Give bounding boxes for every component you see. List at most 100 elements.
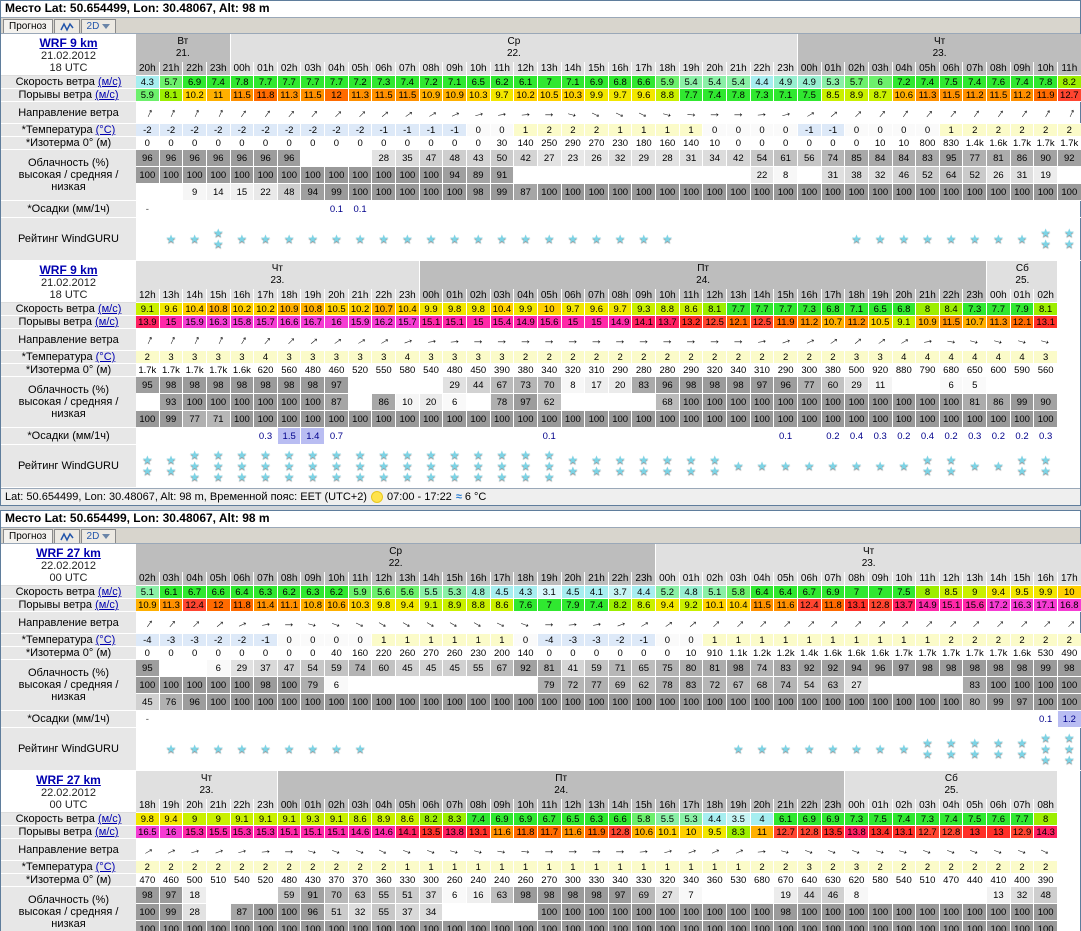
direction-arrow-icon: →	[896, 841, 912, 859]
cloud-mid-cell: 100	[278, 394, 302, 411]
cloud-high-cell: 5	[963, 377, 987, 394]
hour-cell: 20h	[136, 62, 160, 76]
temperature-unit-link[interactable]: (°C)	[96, 861, 116, 873]
wind-speed-cell: 6.4	[231, 586, 255, 599]
wind-direction-cell: →	[514, 329, 538, 351]
direction-arrow-icon: →	[800, 330, 818, 349]
wind-direction-cell: →	[231, 102, 255, 124]
cloud-high-cell: 86	[1011, 150, 1035, 167]
star-icon: ★	[709, 466, 720, 477]
wind-gust-cell: 15	[562, 316, 586, 329]
direction-arrow-icon: →	[303, 330, 323, 350]
rating-cell: ★★★	[1034, 728, 1058, 771]
wind-gust-cell: 13.1	[467, 826, 491, 839]
cloud-low-cell: 97	[1011, 694, 1035, 711]
wind-direction-cell: →	[514, 102, 538, 124]
cloud-high-cell: 28	[372, 150, 396, 167]
temperature-unit-link[interactable]: (°C)	[96, 634, 116, 646]
graph-tab[interactable]	[54, 19, 80, 33]
wind-speed-cell: 5.1	[703, 586, 727, 599]
isotherm-cell: 1.2k	[774, 647, 798, 660]
tab-2d[interactable]: 2D	[81, 19, 117, 33]
hour-cell: 12h	[136, 289, 160, 303]
precipitation-cell	[727, 711, 751, 728]
wind-direction-cell: →	[845, 839, 869, 861]
wind-speed-unit-link[interactable]: (м/с)	[98, 813, 121, 825]
wind-speed-unit-link[interactable]: (м/с)	[98, 76, 121, 88]
model-link[interactable]: WRF 9 km	[39, 36, 97, 50]
hour-cell: 23h	[774, 62, 798, 76]
direction-arrow-icon: →	[777, 841, 793, 859]
wind-gust-cell: 7.4	[585, 599, 609, 612]
cloud-high-cell: 95	[940, 150, 964, 167]
temperature-cell: 4	[940, 351, 964, 364]
direction-arrow-icon: →	[967, 331, 983, 349]
cloud-low-cell: 100	[585, 184, 609, 201]
cloud-low-cell: 100	[231, 411, 255, 428]
precipitation-cell	[443, 711, 467, 728]
direction-arrow-icon: →	[210, 840, 227, 859]
isotherm-cell: 140	[514, 647, 538, 660]
direction-arrow-icon: →	[543, 615, 556, 630]
gusts-unit-link[interactable]: (м/с)	[95, 316, 118, 328]
direction-arrow-icon: →	[732, 105, 745, 120]
wind-gust-cell: 9.7	[609, 89, 633, 102]
cloud-low-cell: 9	[183, 184, 207, 201]
temperature-cell: 1	[656, 861, 680, 874]
direction-arrow-icon: →	[303, 103, 323, 123]
wind-speed-cell: 7.7	[254, 76, 278, 89]
wind-direction-cell: →	[893, 329, 917, 351]
model-link[interactable]: WRF 9 km	[39, 263, 97, 277]
cloud-mid-cell: 78	[656, 677, 680, 694]
wind-speed-cell: 4.4	[751, 76, 775, 89]
wind-direction-cell: →	[420, 612, 444, 634]
direction-arrow-icon: →	[965, 613, 985, 633]
temperature-unit-link[interactable]: (°C)	[96, 124, 116, 136]
precipitation-cell	[562, 711, 586, 728]
model-link[interactable]: WRF 27 km	[36, 773, 101, 787]
cloud-low-cell: 99	[987, 694, 1011, 711]
precipitation-cell	[609, 711, 633, 728]
direction-arrow-icon: →	[589, 614, 604, 631]
wind-direction-cell: →	[491, 329, 515, 351]
tab-2d[interactable]: 2D	[81, 529, 117, 543]
rating-cell	[680, 728, 704, 771]
cloud-low-cell: 100	[372, 184, 396, 201]
cloud-low-cell: 100	[420, 921, 444, 931]
cloud-mid-cell	[349, 677, 373, 694]
cloud-low-cell: 100	[420, 411, 444, 428]
direction-arrow-icon: →	[941, 613, 961, 633]
wind-direction-cell: →	[893, 612, 917, 634]
wind-direction-cell: →	[987, 839, 1011, 861]
gusts-unit-link[interactable]: (м/с)	[95, 826, 118, 838]
direction-arrow-icon: →	[162, 840, 180, 859]
precipitation-cell	[467, 201, 491, 218]
direction-arrow-icon: →	[847, 103, 867, 123]
wind-direction-cell: →	[538, 102, 562, 124]
tab-forecast[interactable]: Прогноз	[3, 529, 53, 543]
hour-cell: 06h	[231, 572, 255, 586]
model-link[interactable]: WRF 27 km	[36, 546, 101, 560]
cloud-low-cell: 100	[325, 694, 349, 711]
isotherm-cell: 0	[632, 647, 656, 660]
row-label-cloud: Облачность (%)высокая / средняя / низкая	[1, 377, 136, 428]
temperature-unit-link[interactable]: (°C)	[96, 351, 116, 363]
direction-arrow-icon: →	[208, 613, 228, 633]
tab-forecast[interactable]: Прогноз	[3, 19, 53, 33]
gusts-unit-link[interactable]: (м/с)	[95, 89, 118, 101]
direction-arrow-icon: →	[894, 103, 914, 122]
wind-speed-unit-link[interactable]: (м/с)	[98, 303, 121, 315]
cloud-mid-cell: 100	[632, 904, 656, 921]
direction-arrow-icon: →	[518, 841, 532, 857]
hour-row: 02h03h04h05h06h07h08h09h10h11h12h13h14h1…	[136, 572, 1081, 586]
wind-direction-cell: →	[207, 612, 231, 634]
direction-arrow-icon: →	[988, 613, 1008, 633]
isotherm-cell: 560	[1034, 364, 1058, 377]
star-icon: ★	[969, 461, 980, 472]
wind-speed-unit-link[interactable]: (м/с)	[98, 586, 121, 598]
temperature-cell: 2	[1011, 861, 1035, 874]
graph-tab[interactable]	[54, 529, 80, 543]
gusts-unit-link[interactable]: (м/с)	[95, 599, 118, 611]
rating-cell: ★★★	[1058, 728, 1081, 771]
direction-arrow-icon: →	[1014, 331, 1030, 349]
